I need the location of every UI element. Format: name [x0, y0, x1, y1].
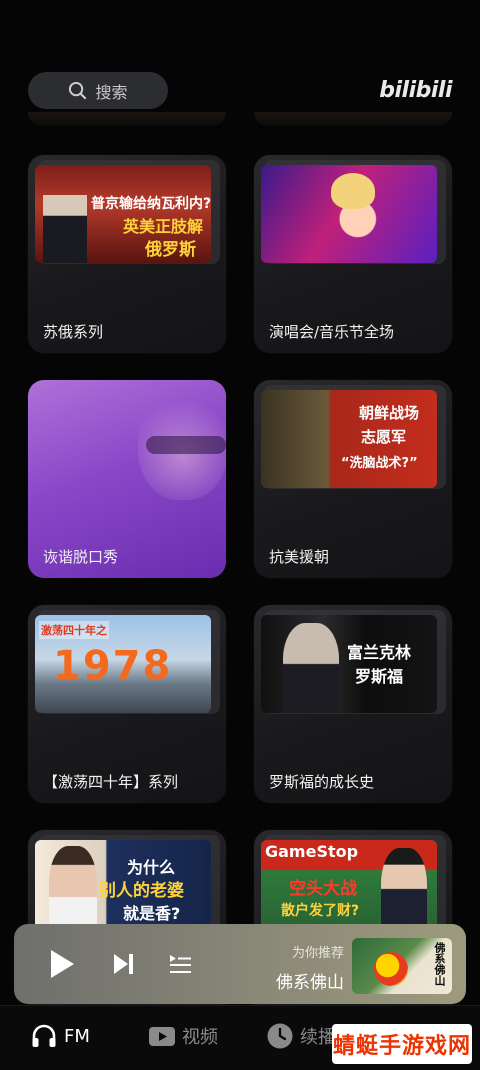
lion-dance-figure — [374, 952, 408, 986]
playlist-card[interactable]: 诙谐脱口秀 — [28, 380, 226, 578]
mini-player[interactable]: 为你推荐 佛系佛山 佛系佛山 — [14, 924, 466, 1004]
search-bar[interactable]: 搜索 — [28, 72, 168, 109]
nav-label: 视频 — [182, 1027, 218, 1048]
playlist-card[interactable]: 朝鲜战场 志愿军 “洗脑战术?” 抗美援朝 — [254, 380, 452, 578]
card-label: 苏俄系列 — [43, 323, 104, 341]
thumbnail-caption: 为什么 — [127, 858, 176, 877]
playlist-icon — [170, 955, 191, 973]
play-button[interactable] — [42, 924, 82, 1004]
previous-card-edge — [254, 112, 452, 126]
card-label: 【激荡四十年】系列 — [43, 773, 179, 791]
card-thumbnail: 富兰克林 罗斯福 — [261, 615, 437, 713]
search-icon — [69, 81, 87, 100]
thumbnail-caption: 富兰克林 — [347, 643, 412, 662]
playlist-card[interactable]: 演唱会/音乐节全场 — [254, 155, 452, 353]
thumbnail-caption: 朝鲜战场 — [359, 404, 420, 422]
sunglasses — [146, 436, 226, 454]
next-button[interactable] — [106, 924, 142, 1004]
thumbnail-caption: GameStop — [265, 842, 359, 861]
card-thumbnail: 普京输给纳瓦利内? 英美正肢解 俄罗斯 — [35, 165, 211, 263]
header: 搜索 bilibili — [0, 60, 480, 120]
nav-item-video[interactable]: 视频 — [148, 1022, 218, 1050]
thumbnail-caption: 罗斯福 — [355, 667, 404, 686]
playlist-card[interactable]: 富兰克林 罗斯福 罗斯福的成长史 — [254, 605, 452, 803]
recommend-name[interactable]: 佛系佛山 — [254, 968, 344, 993]
thumbnail-caption: 空头大战 — [289, 879, 357, 899]
card-thumbnail: 朝鲜战场 志愿军 “洗脑战术?” — [261, 390, 437, 488]
previous-card-edge — [28, 112, 226, 126]
thumbnail-caption: “洗脑战术?” — [341, 456, 418, 471]
nav-item-fm[interactable]: FM — [30, 1022, 90, 1050]
recommend-thumbnail[interactable]: 佛系佛山 — [352, 938, 452, 994]
headphones-icon — [32, 1024, 56, 1047]
bilibili-logo: bilibili — [379, 78, 452, 103]
thumbnail-caption: 别人的老婆 — [99, 881, 184, 901]
search-placeholder: 搜索 — [95, 82, 128, 102]
thumbnail-caption: 普京输给纳瓦利内? — [91, 196, 211, 212]
card-label: 诙谐脱口秀 — [43, 548, 119, 566]
video-icon — [149, 1027, 175, 1046]
playlist-card[interactable]: 普京输给纳瓦利内? 英美正肢解 俄罗斯 苏俄系列 — [28, 155, 226, 353]
recommend-thumbnail-caption: 佛系佛山 — [433, 942, 446, 986]
thumbnail-caption: 就是香? — [123, 904, 181, 923]
recommend-title: 为你推荐 — [291, 946, 344, 961]
app-root: 搜索 bilibili 普京输给纳瓦利内? 英美正肢解 俄罗斯 苏俄系列 演唱会… — [0, 0, 480, 1070]
card-label: 罗斯福的成长史 — [269, 773, 375, 791]
nav-label: 续播 — [300, 1027, 336, 1048]
thumbnail-caption: 俄罗斯 — [145, 240, 196, 260]
thumbnail-caption: 1978 — [53, 643, 173, 689]
portrait-figure — [283, 623, 339, 713]
playlist-button[interactable] — [162, 924, 198, 1004]
thumbnail-caption: 激荡四十年之 — [39, 621, 109, 639]
nav-label: FM — [64, 1025, 90, 1047]
skip-next-icon — [114, 954, 133, 974]
thumbnail-caption: 散户发了财? — [281, 903, 360, 919]
performer-hair — [331, 173, 375, 209]
playlist-card[interactable]: 激荡四十年之 1978 【激荡四十年】系列 — [28, 605, 226, 803]
site-watermark: 蜻蜓手游戏网 — [332, 1024, 472, 1064]
card-label: 演唱会/音乐节全场 — [269, 323, 395, 341]
card-thumbnail — [261, 165, 437, 263]
thumbnail-caption: 志愿军 — [361, 428, 407, 446]
thumbnail-caption: 英美正肢解 — [123, 217, 204, 236]
clock-icon — [267, 1023, 293, 1049]
nav-item-continue[interactable]: 续播 — [266, 1022, 336, 1050]
card-thumbnail: 激荡四十年之 1978 — [35, 615, 211, 713]
portrait-figure — [43, 195, 87, 263]
play-icon — [51, 950, 74, 978]
card-label: 抗美援朝 — [269, 548, 330, 566]
